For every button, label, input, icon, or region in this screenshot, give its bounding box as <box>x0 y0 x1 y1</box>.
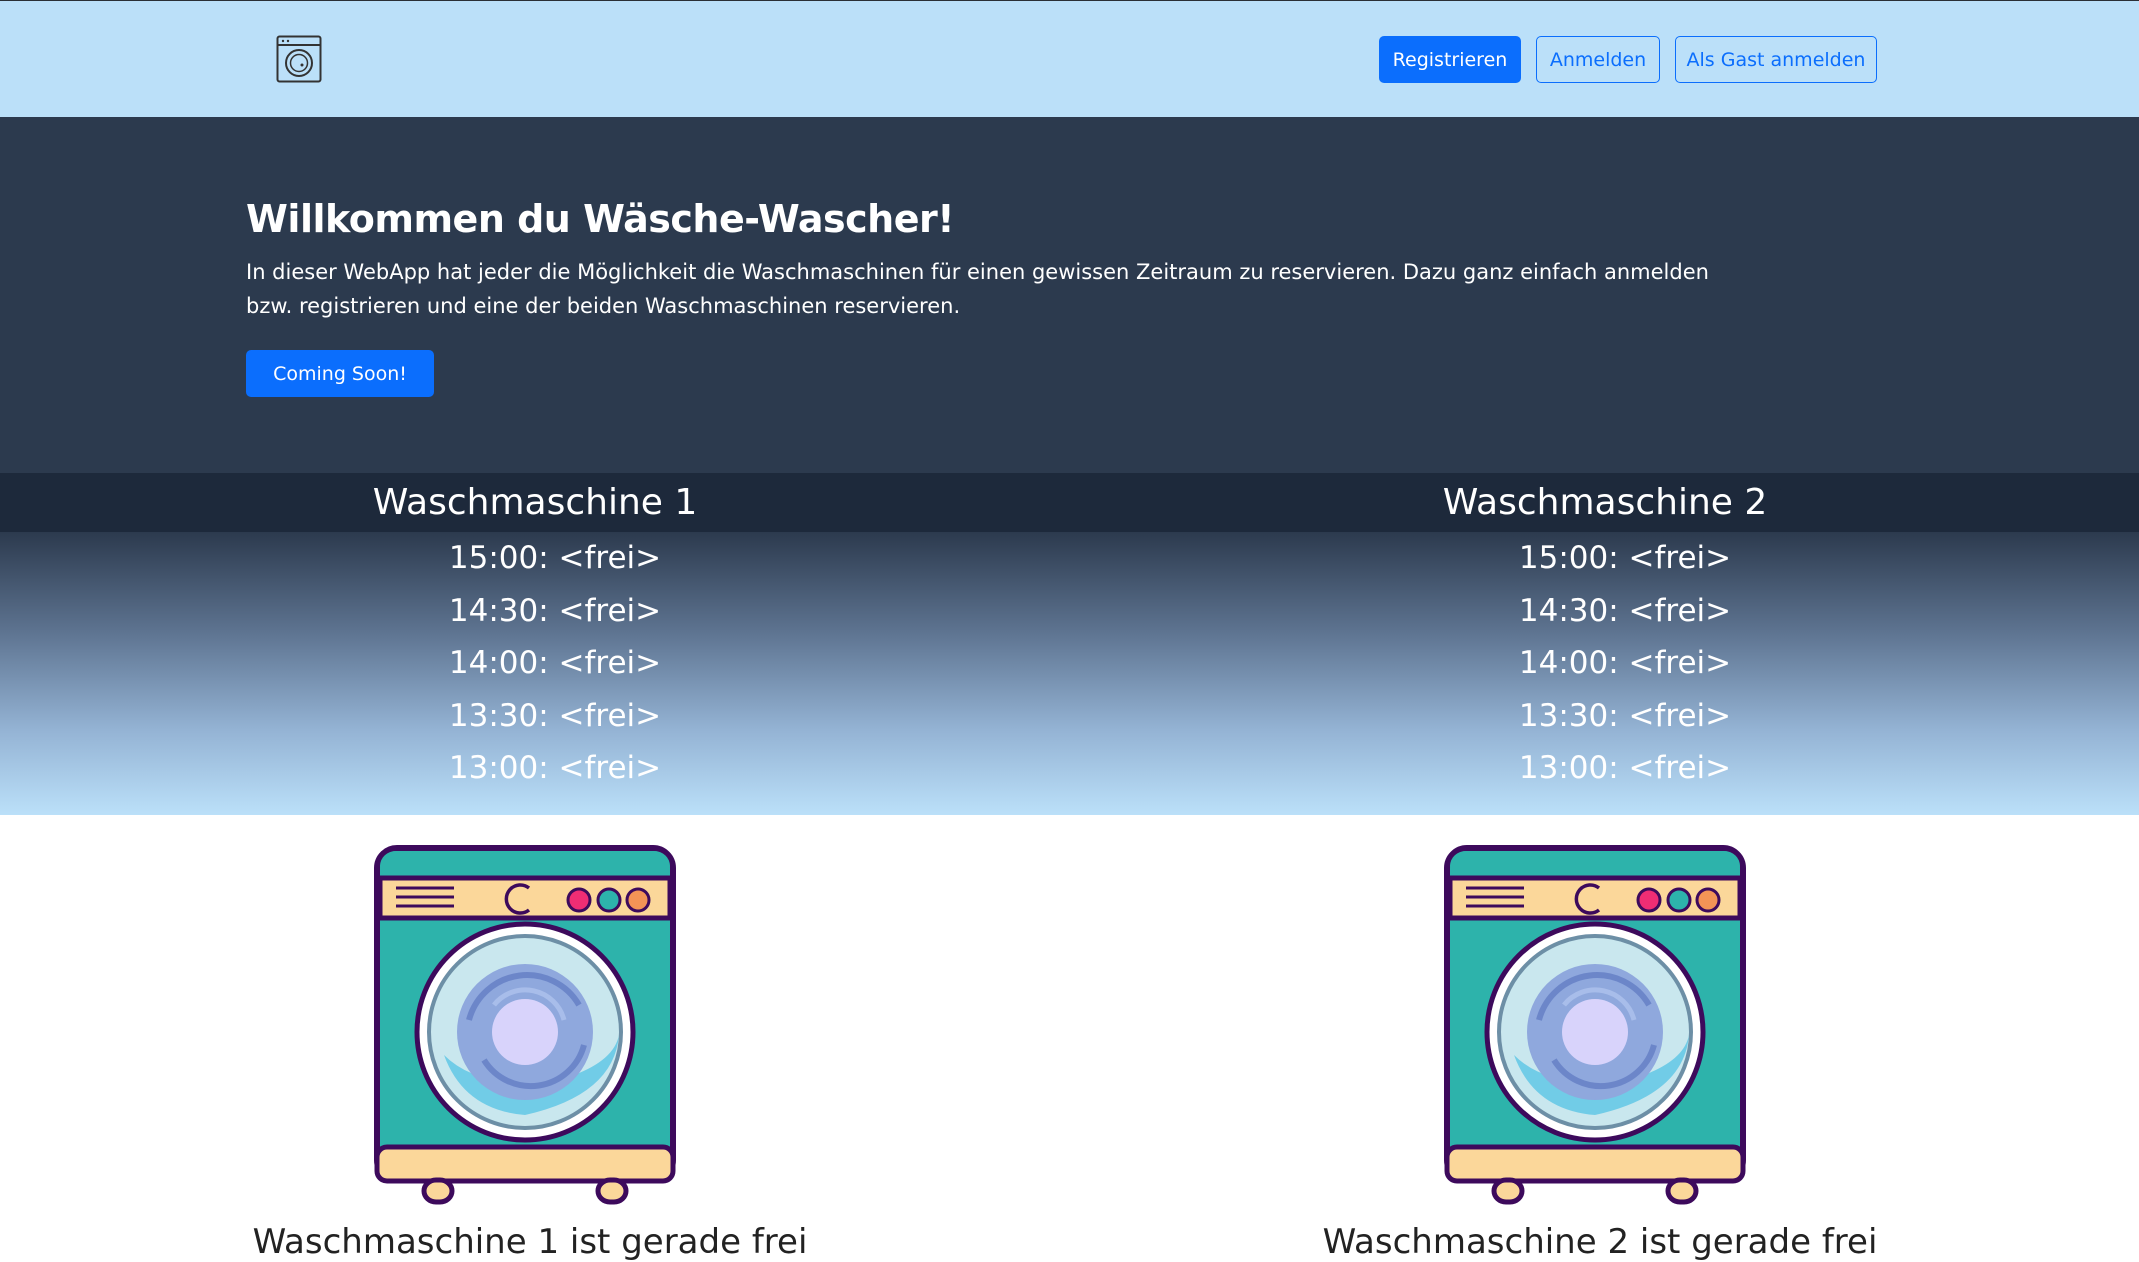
washing-machine-2-icon <box>1444 845 1746 1205</box>
machine-2-title: Waschmaschine 2 <box>1442 482 1768 523</box>
time-slot[interactable]: 14:30: <frei> <box>1375 585 1875 638</box>
time-slot[interactable]: 14:00: <frei> <box>1375 637 1875 690</box>
hero-section: Willkommen du Wäsche-Wascher! In dieser … <box>0 117 2139 473</box>
guest-login-button[interactable]: Als Gast anmelden <box>1675 36 1877 83</box>
login-button[interactable]: Anmelden <box>1536 36 1660 83</box>
machine-1-status: Waschmaschine 1 ist gerade frei <box>252 1222 808 1262</box>
machine-2-status: Waschmaschine 2 ist gerade frei <box>1322 1222 1878 1262</box>
navbar: Registrieren Anmelden Als Gast anmelden <box>0 0 2139 117</box>
page-title: Willkommen du Wäsche-Wascher! <box>246 197 955 241</box>
machines-header: Waschmaschine 1 Waschmaschine 2 <box>0 473 2139 532</box>
time-slot[interactable]: 13:00: <frei> <box>1375 742 1875 795</box>
machine-1-title: Waschmaschine 1 <box>372 482 698 523</box>
time-slot[interactable]: 13:00: <frei> <box>305 742 805 795</box>
time-slot[interactable]: 13:30: <frei> <box>305 690 805 743</box>
hero-description: In dieser WebApp hat jeder die Möglichke… <box>246 260 1709 318</box>
washing-machine-1-icon <box>374 845 676 1205</box>
coming-soon-button[interactable]: Coming Soon! <box>246 350 434 397</box>
time-slot[interactable]: 13:30: <frei> <box>1375 690 1875 743</box>
time-slot[interactable]: 15:00: <frei> <box>1375 532 1875 585</box>
time-slot[interactable]: 14:30: <frei> <box>305 585 805 638</box>
machine-1-slots: 15:00: <frei> 14:30: <frei> 14:00: <frei… <box>305 532 805 795</box>
register-button[interactable]: Registrieren <box>1379 36 1521 83</box>
machine-2-slots: 15:00: <frei> 14:30: <frei> 14:00: <frei… <box>1375 532 1875 795</box>
reservation-slots: 15:00: <frei> 14:30: <frei> 14:00: <frei… <box>0 532 2139 815</box>
time-slot[interactable]: 15:00: <frei> <box>305 532 805 585</box>
time-slot[interactable]: 14:00: <frei> <box>305 637 805 690</box>
washing-machine-logo-icon[interactable] <box>276 35 322 83</box>
